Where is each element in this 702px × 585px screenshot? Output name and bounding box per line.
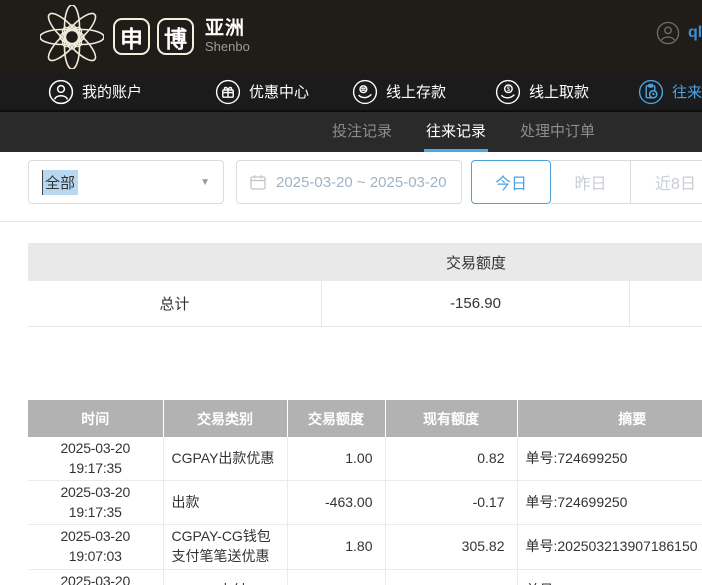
table-row: 2025-03-20 19:17:35 出款 -463.00 -0.17 单号:7246…: [28, 480, 702, 526]
range-button-yesterday[interactable]: 昨日: [551, 160, 631, 204]
cell-type: CGPAY-CG钱包支付笔笔送优惠: [163, 524, 288, 570]
cell-amount: 1.80: [287, 524, 386, 570]
column-header: 交易额度: [287, 400, 386, 437]
transactions-table: 时间 交易类别 交易额度 现有额度 摘要 2025-03-20 19:17:35 CGPA…: [28, 400, 702, 585]
cell-memo: 单号:724699250: [517, 437, 702, 482]
header-row: 时间 交易类别 交易额度 现有额度 摘要: [28, 400, 702, 437]
svg-text:$: $: [507, 86, 511, 93]
transactions-table-body: 2025-03-20 19:17:35 CGPAY出款优惠 1.00 0.82 单号:7…: [28, 437, 702, 585]
cell-type: CGPAY出款优惠: [163, 437, 288, 482]
logo-subtitle-text: Shenbo: [205, 38, 250, 54]
chevron-down-icon: ▼: [200, 176, 210, 188]
cell-time: 2025-03-20 19:07:03: [28, 569, 164, 585]
cell-balance: -0.17: [385, 480, 518, 526]
tab-bar: 投注记录 往来记录 处理中订单: [0, 112, 702, 152]
date-range-input[interactable]: 2025-03-20 ~ 2025-03-20: [236, 160, 462, 204]
gift-icon: [215, 79, 241, 105]
logo-wordmark: 亚洲 Shenbo: [205, 17, 250, 54]
avatar-icon: [656, 21, 680, 45]
site-logo[interactable]: 申 博 亚洲 Shenbo: [39, 3, 250, 70]
summary-total-row: 总计 -156.90: [28, 281, 702, 327]
cell-memo: 单号:724699250: [517, 480, 702, 526]
table-row: 2025-03-20 19:07:03CGPAY支付300.00304.02单号…: [28, 569, 702, 585]
cell-amount: -463.00: [287, 480, 386, 526]
table-row: 2025-03-20 19:17:35 CGPAY出款优惠 1.00 0.82 单号:7…: [28, 437, 702, 482]
summary-total-value: -156.90: [322, 281, 630, 326]
select-selected-value: 全部: [42, 169, 79, 195]
cell-time: 2025-03-20 19:17:35: [28, 480, 164, 526]
summary-empty-cell: [630, 281, 702, 326]
summary-header-row: 交易额度: [28, 243, 702, 281]
date-range-value: 2025-03-20 ~ 2025-03-20: [276, 173, 447, 191]
column-header: 时间: [28, 400, 164, 437]
logo-char-box: 博: [157, 18, 194, 55]
user-icon: [48, 79, 74, 105]
logo-char-box: 申: [113, 18, 150, 55]
nav-bar: 我的账户 优惠中心 线上存款 $ 线上取款 往来记录: [0, 73, 702, 112]
cell-balance: 305.82: [385, 524, 518, 570]
cell-amount: 300.00: [287, 569, 386, 585]
tab-pending-orders[interactable]: 处理中订单: [518, 112, 597, 152]
summary-total-label: 总计: [28, 281, 322, 326]
transaction-type-select[interactable]: 全部 ▼: [28, 160, 224, 204]
nav-item-label: 线上存款: [386, 84, 447, 101]
top-header: 申 博 亚洲 Shenbo ql: [0, 0, 702, 73]
records-icon: [638, 79, 664, 105]
tab-transaction-records[interactable]: 往来记录: [423, 112, 488, 152]
summary-table: 交易额度 总计 -156.90: [28, 243, 702, 327]
cell-time: 2025-03-20 19:07:03: [28, 524, 164, 570]
column-header: 交易类别: [163, 400, 288, 437]
logo-characters: 申 博: [113, 18, 194, 55]
user-account-area[interactable]: ql: [656, 21, 702, 45]
summary-amount-header: 交易额度: [445, 254, 506, 272]
cell-type: 出款: [163, 480, 288, 526]
column-header: 摘要: [517, 400, 702, 437]
transactions-table-head: 时间 交易类别 交易额度 现有额度 摘要: [28, 400, 702, 437]
cell-balance: 304.02: [385, 569, 518, 585]
nav-item-transactions[interactable]: 往来记录: [638, 79, 702, 105]
username-text: ql: [688, 24, 702, 41]
cell-type: CGPAY支付: [163, 569, 288, 585]
flower-logo-icon: [39, 3, 105, 70]
nav-item-label: 线上取款: [529, 84, 590, 101]
cell-time: 2025-03-20 19:17:35: [28, 437, 164, 482]
withdraw-icon: $: [495, 79, 521, 105]
logo-region-text: 亚洲: [205, 17, 246, 39]
nav-item-promo-center[interactable]: 优惠中心: [215, 79, 309, 105]
nav-item-my-account[interactable]: 我的账户: [48, 79, 142, 105]
cell-balance: 0.82: [385, 437, 518, 482]
cell-amount: 1.00: [287, 437, 386, 482]
nav-item-label: 优惠中心: [249, 84, 310, 101]
column-header: 现有额度: [385, 400, 518, 437]
range-button-today[interactable]: 今日: [471, 160, 551, 204]
section-divider: [0, 221, 702, 222]
table-row: 2025-03-20 19:07:03 CGPAY-CG钱包支付笔笔送优惠 1.80…: [28, 524, 702, 570]
nav-item-label: 我的账户: [82, 84, 143, 101]
calendar-icon: [249, 173, 267, 191]
nav-item-label: 往来记录: [672, 84, 702, 101]
nav-item-online-deposit[interactable]: 线上存款: [352, 79, 446, 105]
range-button-last-8-days[interactable]: 近8日: [631, 160, 702, 204]
cell-memo: 单号:202503213907186150: [517, 524, 702, 570]
deposit-icon: [352, 79, 378, 105]
cell-memo: 单号:202503213907186150: [517, 569, 702, 585]
tab-bet-records[interactable]: 投注记录: [330, 112, 394, 152]
date-range-button-group: 今日 昨日 近8日: [471, 160, 702, 204]
nav-item-online-withdraw[interactable]: $ 线上取款: [495, 79, 589, 105]
